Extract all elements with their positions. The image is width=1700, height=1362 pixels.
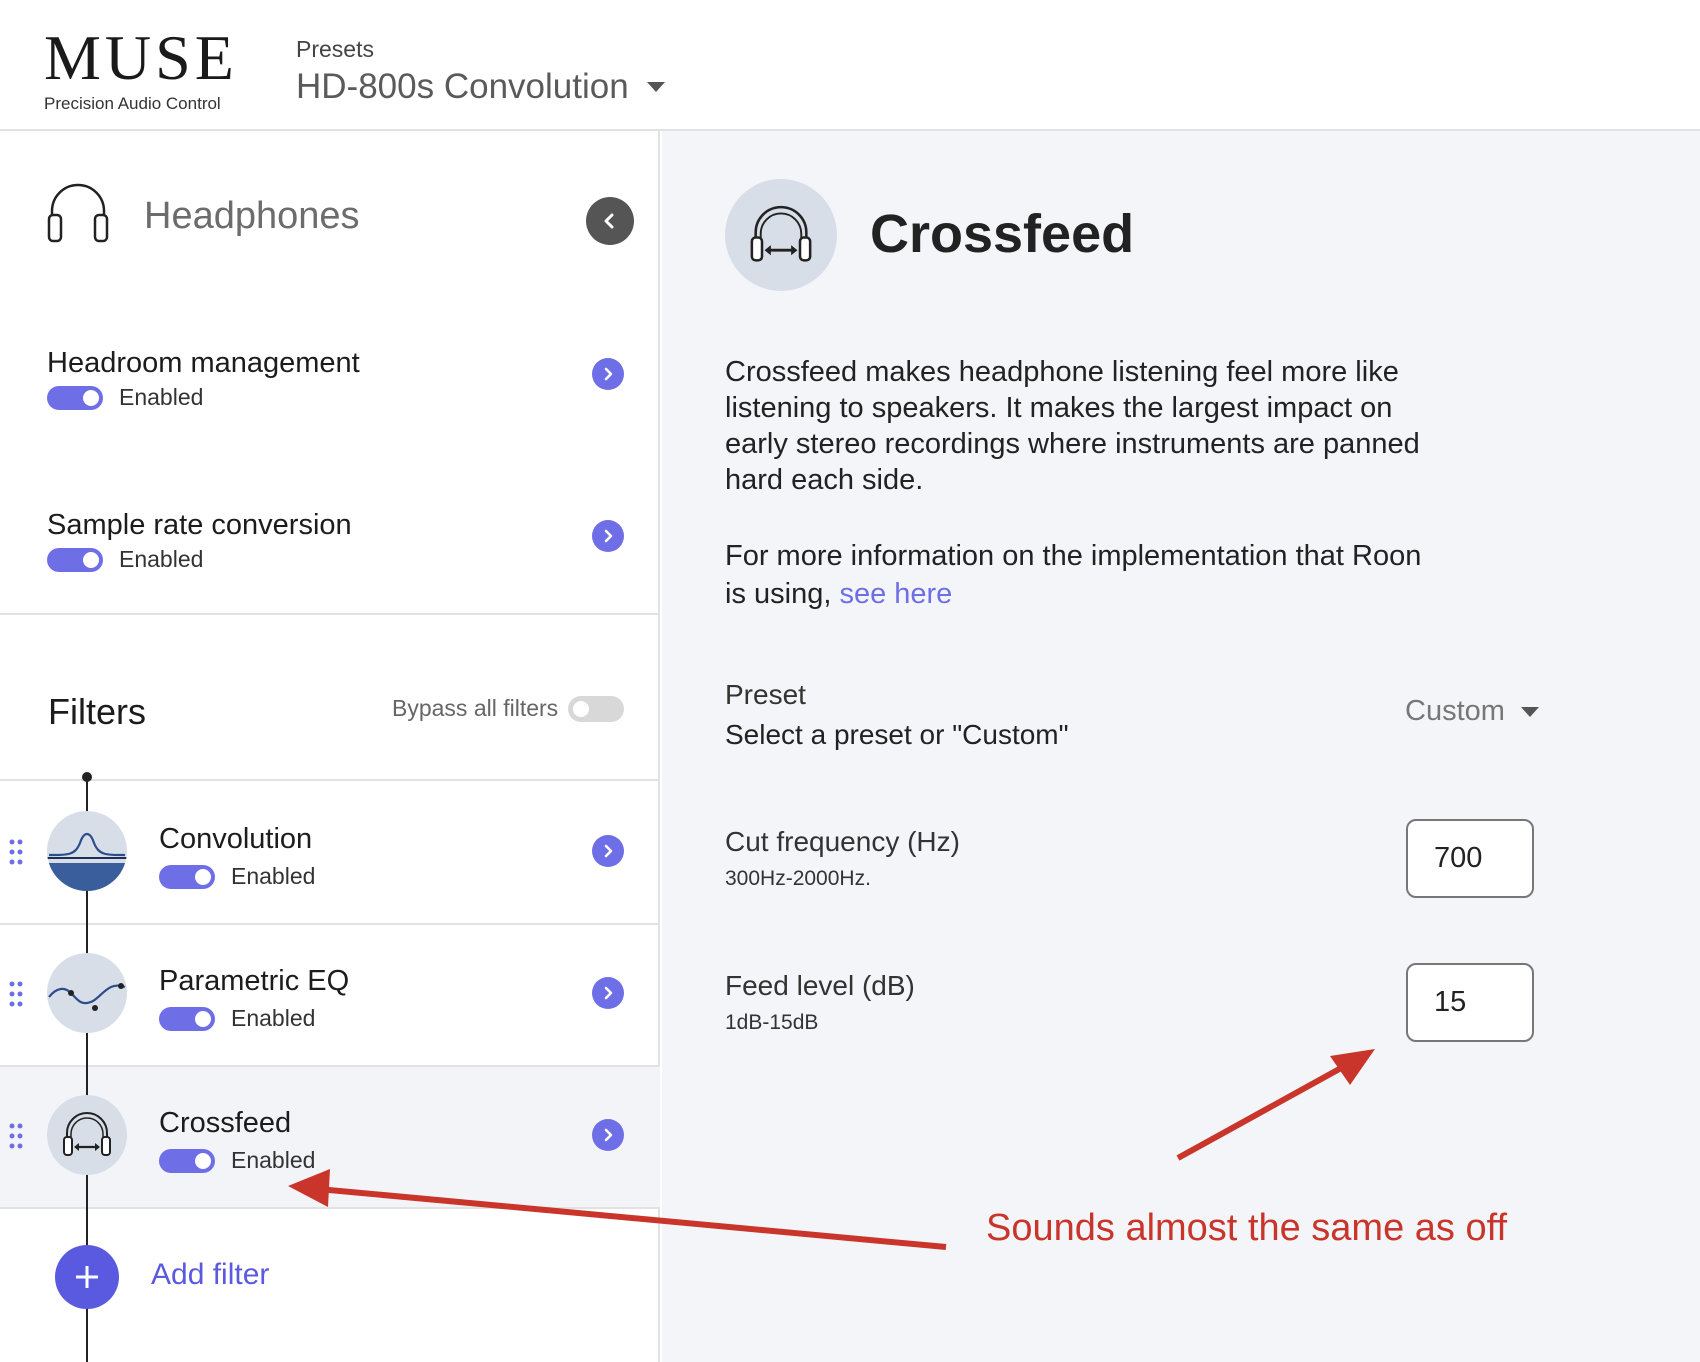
cut-frequency-range: 300Hz-2000Hz. [725,867,871,890]
parametric-eq-open-button[interactable] [592,977,624,1009]
crossfeed-toggle[interactable] [159,1148,215,1173]
add-filter-link[interactable]: Add filter [151,1258,269,1292]
cut-frequency-input[interactable] [1406,819,1534,898]
filter-name: Parametric EQ [159,965,350,997]
preset-dropdown-value: HD-800s Convolution [296,67,629,106]
setting-sample-rate-conversion: Sample rate conversion Enabled [47,509,637,573]
bypass-toggle[interactable] [568,695,625,722]
crossfeed-icon [47,1095,127,1175]
filter-status: Enabled [231,863,316,889]
chevron-right-icon [604,844,613,858]
convolution-open-button[interactable] [592,835,624,867]
more-info-text: For more information on the implementati… [725,540,1422,610]
more-info: For more information on the implementati… [725,537,1425,613]
detail-title: Crossfeed [870,204,1135,264]
add-filter-button[interactable] [55,1245,119,1309]
parametric-eq-toggle[interactable] [159,1006,215,1031]
feed-level-input[interactable] [1406,963,1534,1042]
drag-handle-icon[interactable] [8,980,24,1008]
bypass-label: Bypass all filters [392,695,559,721]
caret-down-icon [1520,706,1539,717]
device-title: Headphones [144,195,360,237]
filter-name: Convolution [159,823,313,855]
crossfeed-icon [725,179,837,291]
filter-status: Enabled [231,1005,316,1031]
feed-level-label: Feed level (dB) [725,970,915,1001]
plus-icon [76,1266,98,1288]
caret-down-icon [646,82,665,92]
chevron-right-icon [604,529,613,543]
headroom-toggle[interactable] [47,385,103,410]
bypass-all-filters: Bypass all filters [392,695,625,722]
setting-status: Enabled [119,384,204,410]
chevron-right-icon [604,986,613,1000]
filter-status: Enabled [231,1147,316,1173]
filter-name: Crossfeed [159,1107,292,1139]
presets-selector: Presets HD-800s Convolution [296,36,665,107]
row-divider [0,1207,660,1209]
device-header: Headphones [46,177,636,257]
filter-chain-start-dot [82,772,92,782]
filter-detail-panel: Crossfeed Crossfeed makes headphone list… [662,131,1700,1362]
presets-label: Presets [296,36,374,62]
cut-frequency-label: Cut frequency (Hz) [725,826,960,857]
sidebar: Headphones Headroom management Enabled S… [0,131,660,1362]
preset-label: Preset [725,679,806,710]
setting-headroom-management: Headroom management Enabled [47,347,637,411]
chevron-right-icon [604,367,613,381]
logo-wordmark: MUSE [44,22,238,93]
crossfeed-preset-value: Custom [1405,695,1505,727]
sample-rate-toggle[interactable] [47,547,103,572]
chevron-left-icon [604,213,614,229]
collapse-button[interactable] [586,197,634,245]
annotation-text: Sounds almost the same as off [986,1207,1508,1249]
drag-handle-icon[interactable] [8,838,24,866]
preset-dropdown[interactable]: HD-800s Convolution [296,67,665,107]
detail-description: Crossfeed makes headphone listening feel… [725,356,1420,496]
logo-tagline: Precision Audio Control [44,94,221,113]
crossfeed-open-button[interactable] [592,1119,624,1151]
setting-status: Enabled [119,546,204,572]
headphones-icon [47,183,109,243]
filters-heading: Filters [48,691,146,732]
app-header: MUSE Precision Audio Control Presets HD-… [0,0,1700,131]
parametric-eq-icon [47,953,127,1033]
muse-logo: MUSE Precision Audio Control [44,26,244,114]
see-here-link[interactable]: see here [839,578,952,610]
convolution-toggle[interactable] [159,864,215,889]
drag-handle-icon[interactable] [8,1122,24,1150]
feed-level-range: 1dB-15dB [725,1011,819,1034]
preset-subtitle: Select a preset or "Custom" [725,719,1069,750]
chevron-right-icon [604,1128,613,1142]
section-divider [0,613,660,615]
setting-title: Headroom management [47,347,360,379]
sample-rate-open-button[interactable] [592,520,624,552]
convolution-icon [47,811,127,891]
crossfeed-preset-dropdown[interactable]: Custom [1405,695,1539,728]
setting-title: Sample rate conversion [47,509,352,541]
headroom-open-button[interactable] [592,358,624,390]
